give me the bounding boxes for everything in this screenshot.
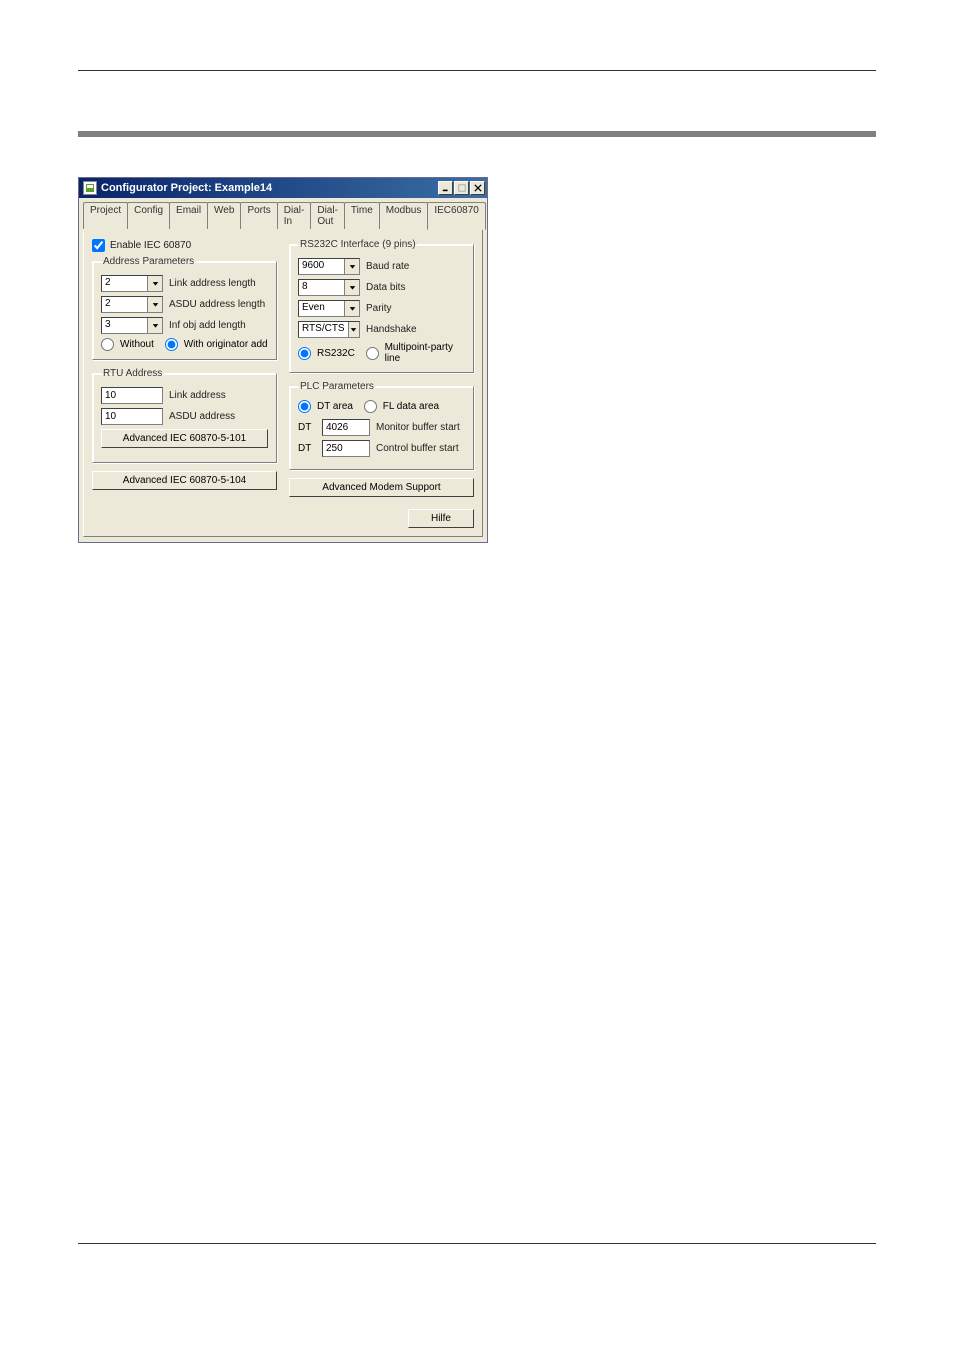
- link-address-label: Link address: [169, 390, 226, 401]
- chevron-down-icon[interactable]: [344, 259, 359, 274]
- rs232-group: RS232C Interface (9 pins) 9600 Baud rate…: [289, 239, 474, 373]
- rtu-address-group: RTU Address Link address ASDU address Ad…: [92, 368, 277, 463]
- control-buffer-input[interactable]: [322, 440, 370, 457]
- chevron-down-icon[interactable]: [147, 276, 162, 291]
- dt-area-radio[interactable]: [298, 400, 311, 413]
- bottom-rule: [78, 1243, 876, 1244]
- link-address-length-label: Link address length: [169, 278, 256, 289]
- enable-iec60870-label: Enable IEC 60870: [110, 240, 191, 251]
- plc-parameters-legend: PLC Parameters: [298, 381, 376, 392]
- parity-combo[interactable]: Even: [298, 300, 360, 317]
- tab-web[interactable]: Web: [207, 202, 241, 229]
- advanced-101-button[interactable]: Advanced IEC 60870-5-101: [101, 429, 268, 448]
- without-originator-radio[interactable]: [101, 338, 114, 351]
- monitor-buffer-input[interactable]: [322, 419, 370, 436]
- tab-ports[interactable]: Ports: [240, 202, 277, 229]
- app-icon: [83, 181, 97, 195]
- fl-area-label: FL data area: [383, 401, 439, 412]
- rs232c-radio[interactable]: [298, 347, 311, 360]
- tab-dialout[interactable]: Dial-Out: [310, 202, 345, 229]
- advanced-modem-button[interactable]: Advanced Modem Support: [289, 478, 474, 497]
- multipoint-label: Multipoint-party line: [385, 342, 465, 364]
- with-originator-label: With originator add: [184, 339, 268, 350]
- tab-email[interactable]: Email: [169, 202, 208, 229]
- address-parameters-group: Address Parameters 2 Link address length…: [92, 256, 277, 360]
- advanced-104-button[interactable]: Advanced IEC 60870-5-104: [92, 471, 277, 490]
- dt-area-label: DT area: [317, 401, 353, 412]
- chevron-down-icon[interactable]: [348, 322, 359, 337]
- monitor-buffer-label: Monitor buffer start: [376, 422, 460, 433]
- control-prefix: DT: [298, 443, 314, 454]
- chevron-down-icon[interactable]: [147, 297, 162, 312]
- monitor-prefix: DT: [298, 422, 314, 433]
- chevron-down-icon[interactable]: [344, 280, 359, 295]
- asdu-address-length-label: ASDU address length: [169, 299, 265, 310]
- asdu-address-label: ASDU address: [169, 411, 235, 422]
- with-originator-radio[interactable]: [165, 338, 178, 351]
- rtu-address-legend: RTU Address: [101, 368, 164, 379]
- tab-modbus[interactable]: Modbus: [379, 202, 429, 229]
- control-buffer-label: Control buffer start: [376, 443, 459, 454]
- tab-config[interactable]: Config: [127, 202, 170, 229]
- enable-iec60870-checkbox[interactable]: [92, 239, 105, 252]
- tab-project[interactable]: Project: [83, 202, 128, 229]
- link-address-length-combo[interactable]: 2: [101, 275, 163, 292]
- parity-label: Parity: [366, 303, 392, 314]
- rs232c-label: RS232C: [317, 348, 355, 359]
- window-title: Configurator Project: Example14: [101, 182, 272, 194]
- tab-dialin[interactable]: Dial-In: [277, 202, 312, 229]
- grey-divider-bar: [78, 131, 876, 137]
- fl-area-radio[interactable]: [364, 400, 377, 413]
- tab-time[interactable]: Time: [344, 202, 380, 229]
- multipoint-radio[interactable]: [366, 347, 379, 360]
- handshake-label: Handshake: [366, 324, 417, 335]
- data-bits-combo[interactable]: 8: [298, 279, 360, 296]
- asdu-address-input[interactable]: [101, 408, 163, 425]
- without-originator-label: Without: [120, 339, 154, 350]
- baud-rate-label: Baud rate: [366, 261, 409, 272]
- address-parameters-legend: Address Parameters: [101, 256, 196, 267]
- configurator-dialog: Configurator Project: Example14 Project …: [78, 177, 488, 543]
- minimize-button[interactable]: [438, 181, 453, 195]
- asdu-address-length-combo[interactable]: 2: [101, 296, 163, 313]
- baud-rate-combo[interactable]: 9600: [298, 258, 360, 275]
- data-bits-label: Data bits: [366, 282, 405, 293]
- link-address-input[interactable]: [101, 387, 163, 404]
- maximize-button[interactable]: [454, 181, 469, 195]
- tab-iec60870[interactable]: IEC60870: [427, 202, 485, 230]
- handshake-combo[interactable]: RTS/CTS: [298, 321, 360, 338]
- plc-parameters-group: PLC Parameters DT area FL data area DT M…: [289, 381, 474, 470]
- rs232-legend: RS232C Interface (9 pins): [298, 239, 418, 250]
- close-button[interactable]: [470, 181, 485, 195]
- inf-obj-add-length-combo[interactable]: 3: [101, 317, 163, 334]
- titlebar: Configurator Project: Example14: [79, 178, 487, 198]
- tab-panel: Enable IEC 60870 Address Parameters 2 Li…: [83, 228, 483, 537]
- help-button[interactable]: Hilfe: [408, 509, 474, 528]
- tab-strip: Project Config Email Web Ports Dial-In D…: [79, 198, 487, 229]
- inf-obj-add-length-label: Inf obj add length: [169, 320, 246, 331]
- chevron-down-icon[interactable]: [147, 318, 162, 333]
- top-rule: [78, 70, 876, 71]
- chevron-down-icon[interactable]: [344, 301, 359, 316]
